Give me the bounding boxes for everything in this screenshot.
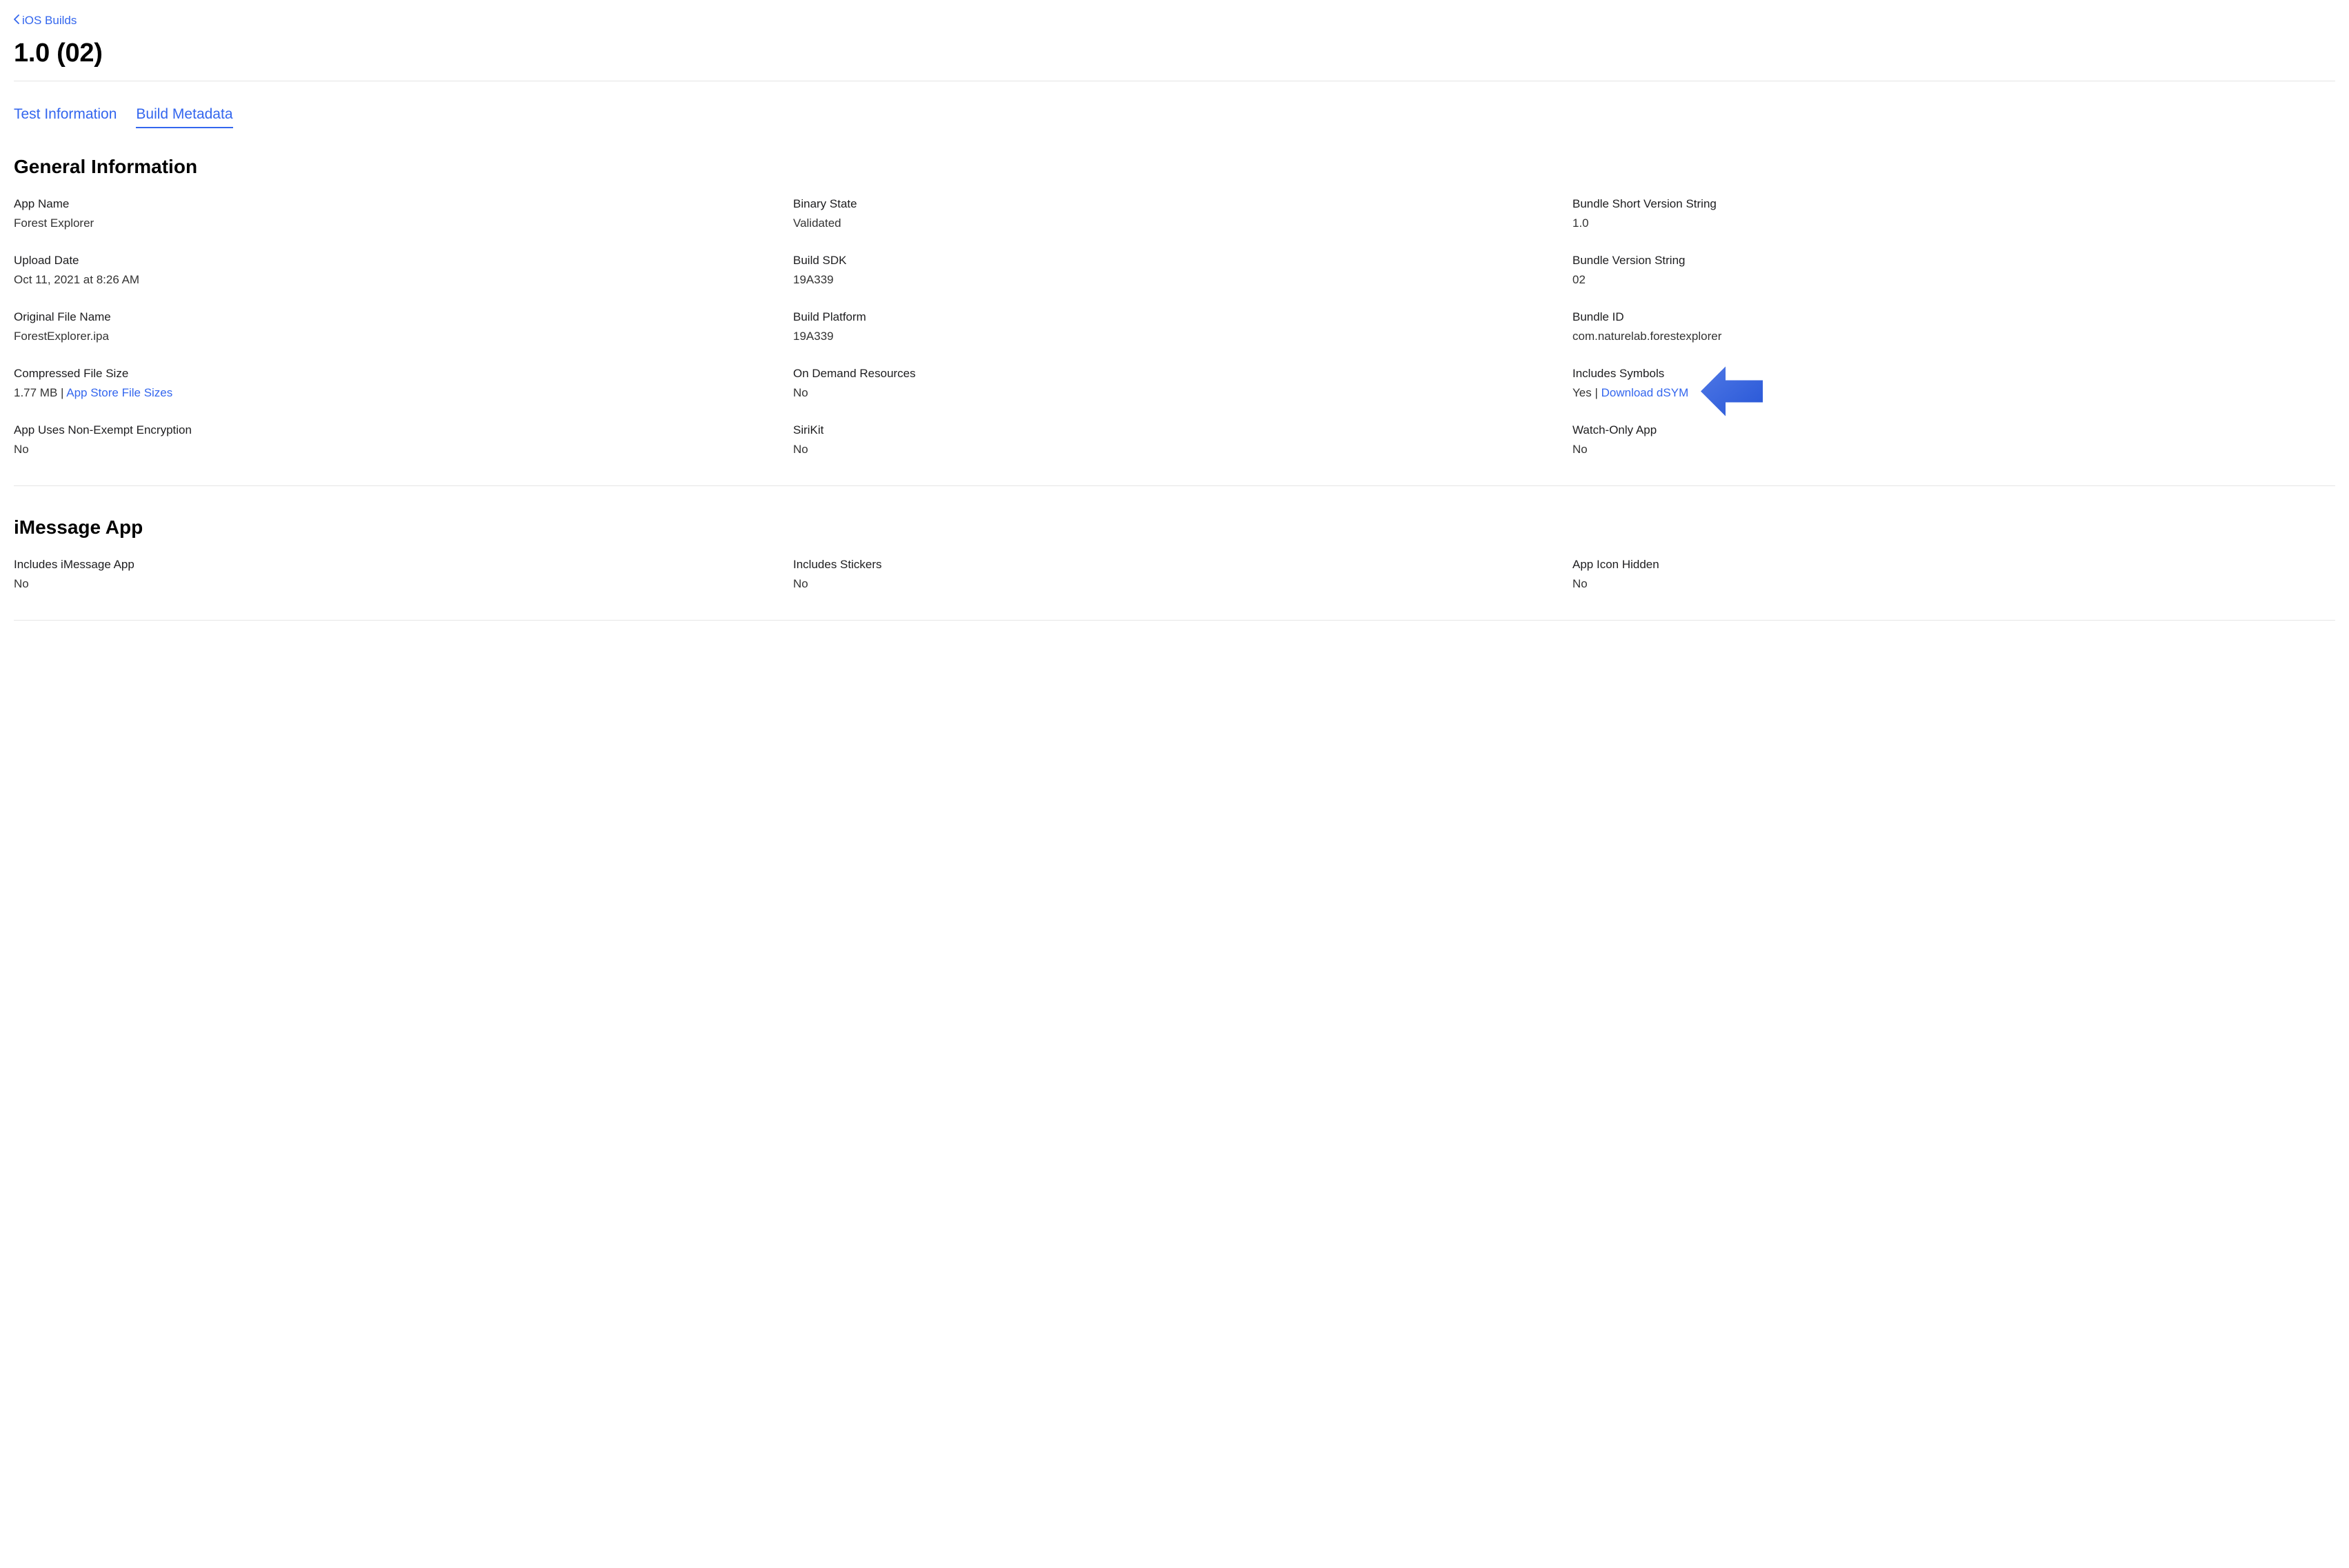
label-original-file-name: Original File Name <box>14 310 777 324</box>
breadcrumb-back-link[interactable]: iOS Builds <box>14 14 77 28</box>
label-bundle-id: Bundle ID <box>1572 310 2335 324</box>
label-build-platform: Build Platform <box>793 310 1556 324</box>
tabs: Test Information Build Metadata <box>14 106 2335 128</box>
field-app-icon-hidden: App Icon Hidden No <box>1572 558 2335 591</box>
tab-build-metadata[interactable]: Build Metadata <box>136 106 232 128</box>
value-encryption: No <box>14 443 777 456</box>
general-info-grid: App Name Forest Explorer Binary State Va… <box>14 197 2335 456</box>
includes-symbols-text: Yes <box>1572 386 1592 399</box>
label-bundle-version: Bundle Version String <box>1572 254 2335 268</box>
label-on-demand-resources: On Demand Resources <box>793 367 1556 381</box>
field-includes-stickers: Includes Stickers No <box>793 558 1556 591</box>
field-watch-only: Watch-Only App No <box>1572 423 2335 456</box>
field-bundle-id: Bundle ID com.naturelab.forestexplorer <box>1572 310 2335 343</box>
value-original-file-name: ForestExplorer.ipa <box>14 330 777 343</box>
field-encryption: App Uses Non-Exempt Encryption No <box>14 423 777 456</box>
app-store-file-sizes-link[interactable]: App Store File Sizes <box>66 386 172 399</box>
value-includes-imessage: No <box>14 577 777 591</box>
field-bundle-short-version: Bundle Short Version String 1.0 <box>1572 197 2335 230</box>
value-includes-stickers: No <box>793 577 1556 591</box>
label-includes-stickers: Includes Stickers <box>793 558 1556 572</box>
section-general-information: General Information <box>14 156 2335 178</box>
field-upload-date: Upload Date Oct 11, 2021 at 8:26 AM <box>14 254 777 287</box>
section-divider-bottom <box>14 620 2335 621</box>
label-watch-only: Watch-Only App <box>1572 423 2335 437</box>
field-binary-state: Binary State Validated <box>793 197 1556 230</box>
separator: | <box>1592 386 1601 399</box>
field-compressed-file-size: Compressed File Size 1.77 MB | App Store… <box>14 367 777 400</box>
page-title: 1.0 (02) <box>14 39 2335 68</box>
field-bundle-version: Bundle Version String 02 <box>1572 254 2335 287</box>
field-includes-symbols: Includes Symbols Yes | Download dSYM <box>1572 367 2335 400</box>
section-imessage-app: iMessage App <box>14 516 2335 539</box>
imessage-info-grid: Includes iMessage App No Includes Sticke… <box>14 558 2335 591</box>
field-original-file-name: Original File Name ForestExplorer.ipa <box>14 310 777 343</box>
label-binary-state: Binary State <box>793 197 1556 211</box>
tab-test-information[interactable]: Test Information <box>14 106 117 128</box>
value-build-platform: 19A339 <box>793 330 1556 343</box>
chevron-left-icon <box>14 14 19 28</box>
value-bundle-short-version: 1.0 <box>1572 217 2335 230</box>
compressed-size-text: 1.77 MB <box>14 386 57 399</box>
label-sirikit: SiriKit <box>793 423 1556 437</box>
field-sirikit: SiriKit No <box>793 423 1556 456</box>
download-dsym-link[interactable]: Download dSYM <box>1601 386 1689 399</box>
label-app-icon-hidden: App Icon Hidden <box>1572 558 2335 572</box>
value-app-icon-hidden: No <box>1572 577 2335 591</box>
value-bundle-version: 02 <box>1572 273 2335 287</box>
value-binary-state: Validated <box>793 217 1556 230</box>
field-includes-imessage: Includes iMessage App No <box>14 558 777 591</box>
value-sirikit: No <box>793 443 1556 456</box>
value-on-demand-resources: No <box>793 386 1556 400</box>
separator: | <box>57 386 66 399</box>
callout-arrow-icon <box>1701 367 1763 420</box>
value-app-name: Forest Explorer <box>14 217 777 230</box>
breadcrumb-label: iOS Builds <box>22 14 77 28</box>
field-build-sdk: Build SDK 19A339 <box>793 254 1556 287</box>
label-app-name: App Name <box>14 197 777 211</box>
label-upload-date: Upload Date <box>14 254 777 268</box>
value-watch-only: No <box>1572 443 2335 456</box>
value-bundle-id: com.naturelab.forestexplorer <box>1572 330 2335 343</box>
field-on-demand-resources: On Demand Resources No <box>793 367 1556 400</box>
label-encryption: App Uses Non-Exempt Encryption <box>14 423 777 437</box>
label-includes-imessage: Includes iMessage App <box>14 558 777 572</box>
field-build-platform: Build Platform 19A339 <box>793 310 1556 343</box>
value-build-sdk: 19A339 <box>793 273 1556 287</box>
value-includes-symbols: Yes | Download dSYM <box>1572 386 2335 400</box>
section-divider <box>14 485 2335 486</box>
field-app-name: App Name Forest Explorer <box>14 197 777 230</box>
label-includes-symbols: Includes Symbols <box>1572 367 2335 381</box>
label-compressed-file-size: Compressed File Size <box>14 367 777 381</box>
value-upload-date: Oct 11, 2021 at 8:26 AM <box>14 273 777 287</box>
label-build-sdk: Build SDK <box>793 254 1556 268</box>
value-compressed-file-size: 1.77 MB | App Store File Sizes <box>14 386 777 400</box>
label-bundle-short-version: Bundle Short Version String <box>1572 197 2335 211</box>
